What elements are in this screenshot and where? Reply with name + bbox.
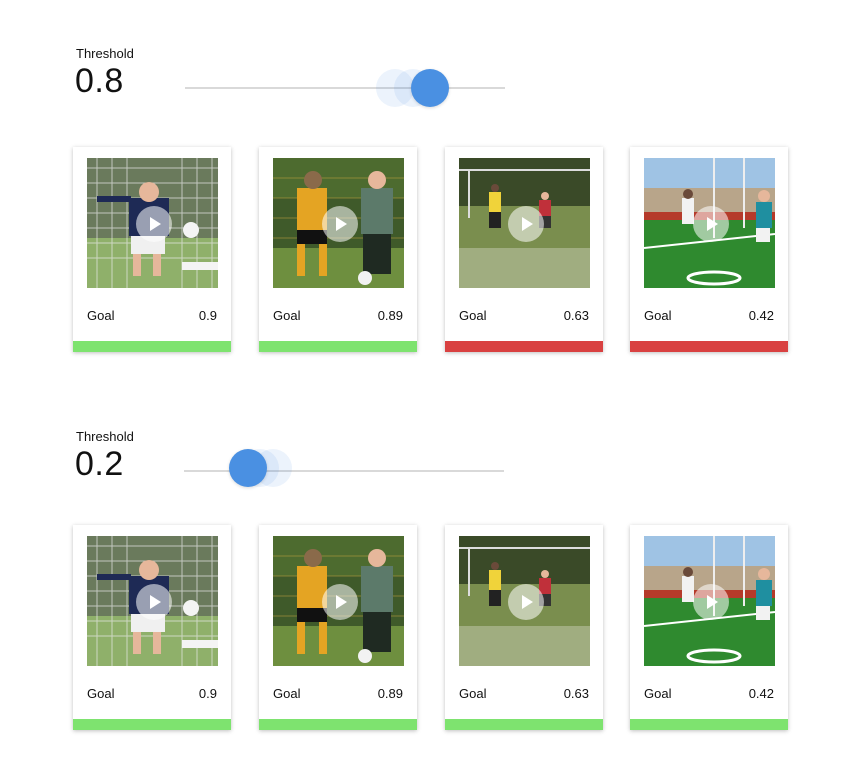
card-label: Goal: [459, 308, 487, 323]
play-icon[interactable]: [136, 206, 172, 242]
video-thumbnail[interactable]: [87, 158, 218, 288]
status-bar: [630, 341, 788, 352]
play-icon[interactable]: [322, 584, 358, 620]
card-score: 0.42: [748, 686, 774, 701]
status-bar: [259, 719, 417, 730]
status-bar: [73, 719, 231, 730]
card-label: Goal: [459, 686, 487, 701]
play-icon[interactable]: [508, 206, 544, 242]
play-icon[interactable]: [508, 584, 544, 620]
video-thumbnail[interactable]: [87, 536, 218, 666]
video-thumbnail[interactable]: [644, 536, 775, 666]
threshold-slider-knob[interactable]: [229, 449, 267, 487]
card-label: Goal: [87, 308, 115, 323]
card-score: 0.9: [198, 686, 217, 701]
video-card[interactable]: Goal 0.9: [73, 147, 231, 352]
threshold-value: 0.8: [75, 62, 124, 100]
video-card[interactable]: Goal 0.42: [630, 147, 788, 352]
video-thumbnail[interactable]: [273, 536, 404, 666]
status-bar: [259, 341, 417, 352]
threshold-value: 0.2: [75, 445, 124, 483]
card-score: 0.63: [563, 308, 589, 323]
threshold-slider-track[interactable]: [185, 87, 505, 89]
video-card[interactable]: Goal 0.42: [630, 525, 788, 730]
threshold-label: Threshold: [76, 46, 134, 61]
card-score: 0.42: [748, 308, 774, 323]
card-label: Goal: [273, 686, 301, 701]
status-bar: [445, 719, 603, 730]
video-thumbnail[interactable]: [459, 536, 590, 666]
play-icon[interactable]: [693, 584, 729, 620]
card-score: 0.63: [563, 686, 589, 701]
play-icon[interactable]: [136, 584, 172, 620]
video-card[interactable]: Goal 0.63: [445, 525, 603, 730]
video-thumbnail[interactable]: [273, 158, 404, 288]
status-bar: [445, 341, 603, 352]
card-label: Goal: [87, 686, 115, 701]
video-thumbnail[interactable]: [459, 158, 590, 288]
threshold-slider-knob[interactable]: [411, 69, 449, 107]
video-thumbnail[interactable]: [644, 158, 775, 288]
play-icon[interactable]: [322, 206, 358, 242]
card-score: 0.89: [377, 308, 403, 323]
status-bar: [630, 719, 788, 730]
card-label: Goal: [644, 686, 672, 701]
card-label: Goal: [644, 308, 672, 323]
threshold-label: Threshold: [76, 429, 134, 444]
play-icon[interactable]: [693, 206, 729, 242]
card-label: Goal: [273, 308, 301, 323]
video-card[interactable]: Goal 0.89: [259, 147, 417, 352]
card-score: 0.89: [377, 686, 403, 701]
card-score: 0.9: [198, 308, 217, 323]
status-bar: [73, 341, 231, 352]
video-card[interactable]: Goal 0.9: [73, 525, 231, 730]
video-card[interactable]: Goal 0.63: [445, 147, 603, 352]
video-card[interactable]: Goal 0.89: [259, 525, 417, 730]
